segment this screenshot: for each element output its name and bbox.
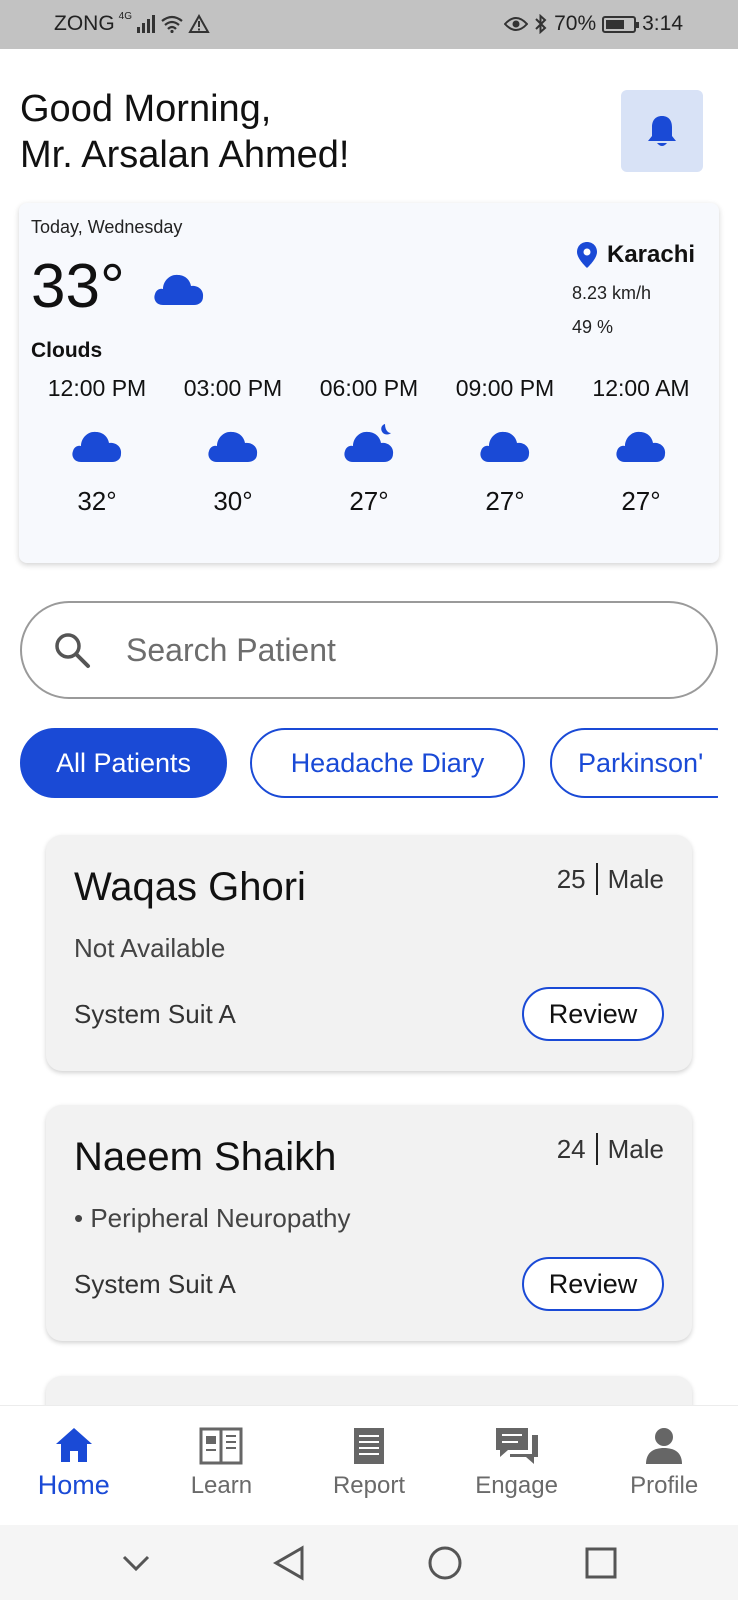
forecast-temp: 32°	[77, 486, 117, 516]
patient-condition: Not Available	[74, 933, 226, 963]
forecast-item: 06:00 PM 27°	[301, 375, 437, 517]
weather-temperature: 33°	[31, 252, 125, 321]
patient-name: Waqas Ghori	[74, 865, 306, 909]
battery-level	[606, 19, 625, 29]
back-icon[interactable]	[272, 1544, 306, 1581]
weather-condition: Clouds	[31, 339, 103, 362]
patient-suite: System Suit A	[74, 999, 236, 1029]
greeting-line-2: Mr. Arsalan Ahmed!	[20, 134, 350, 176]
forecast-time: 12:00 AM	[592, 375, 690, 401]
patient-age: 25	[556, 863, 586, 894]
patient-meta: 24 Male	[557, 1133, 664, 1165]
forecast-temp: 30°	[213, 486, 253, 516]
eye-icon	[504, 17, 529, 31]
forecast-time: 06:00 PM	[319, 375, 419, 401]
cloud-icon	[208, 431, 258, 462]
bell-icon	[648, 116, 676, 146]
search-input[interactable]	[126, 631, 686, 669]
nav-label: Home	[37, 1470, 110, 1500]
status-bar: ZONG 4G 70% 3:14	[0, 0, 738, 49]
hourly-forecast: 12:00 PM 32° 03:00 PM 30° 06:00 PM 27° 0…	[29, 375, 709, 517]
forecast-time: 03:00 PM	[183, 375, 283, 401]
signal-icon	[137, 15, 156, 33]
divider	[595, 863, 598, 895]
forecast-item: 12:00 AM 27°	[573, 375, 709, 517]
forecast-temp: 27°	[349, 486, 389, 516]
chat-icon	[495, 1428, 538, 1464]
nav-label: Engage	[475, 1472, 558, 1499]
wifi-icon	[161, 15, 183, 33]
weather-humidity: 49 %	[572, 317, 614, 337]
patient-gender: Male	[607, 1133, 664, 1164]
chip-all-patients[interactable]: All Patients	[20, 728, 227, 798]
patient-name: Naeem Shaikh	[74, 1135, 337, 1179]
profile-icon	[646, 1428, 683, 1464]
home-circle-icon[interactable]	[427, 1545, 463, 1581]
patient-card[interactable]: Naeem Shaikh 24 Male • Peripheral Neurop…	[46, 1105, 692, 1341]
nav-label: Learn	[190, 1472, 253, 1499]
cloud-icon	[616, 431, 666, 462]
chip-parkinsons[interactable]: Parkinson'	[550, 728, 718, 798]
chevron-down-icon[interactable]	[121, 1554, 151, 1572]
forecast-item: 09:00 PM 27°	[437, 375, 573, 517]
weather-city: Karachi	[607, 241, 696, 268]
status-right: 70% 3:14	[504, 12, 683, 36]
search-bar[interactable]	[20, 601, 718, 699]
forecast-temp: 27°	[485, 486, 525, 516]
battery-percent: 70%	[554, 12, 597, 35]
home-icon	[55, 1428, 92, 1462]
greeting-line-1: Good Morning,	[20, 88, 272, 130]
clock: 3:14	[642, 12, 683, 35]
book-icon	[199, 1427, 243, 1465]
chip-headache-diary[interactable]: Headache Diary	[250, 728, 525, 798]
report-icon	[353, 1428, 384, 1464]
nav-engage[interactable]: Engage	[447, 1406, 587, 1525]
filter-chips: All Patients Headache Diary Parkinson'	[20, 728, 718, 798]
patient-meta: 25 Male	[557, 863, 664, 895]
patient-gender: Male	[607, 863, 664, 894]
cloud-icon	[480, 431, 530, 462]
forecast-item: 03:00 PM 30°	[165, 375, 301, 517]
notifications-button[interactable]	[621, 90, 703, 172]
nav-label: Profile	[630, 1472, 699, 1499]
nav-label: Report	[332, 1472, 405, 1499]
divider	[595, 1133, 598, 1165]
greeting: Good Morning, Mr. Arsalan Ahmed!	[20, 86, 350, 178]
nav-learn[interactable]: Learn	[151, 1406, 291, 1525]
search-icon	[55, 633, 90, 668]
review-button[interactable]: Review	[522, 987, 664, 1041]
patient-age: 24	[556, 1133, 586, 1164]
cloud-icon	[72, 431, 122, 462]
recents-icon[interactable]	[584, 1546, 618, 1580]
status-left: ZONG 4G	[54, 10, 210, 36]
weather-day: Today, Wednesday	[31, 217, 183, 237]
cloud-icon	[154, 274, 204, 305]
system-navigation	[0, 1525, 738, 1600]
forecast-time: 12:00 PM	[47, 375, 147, 401]
forecast-time: 09:00 PM	[455, 375, 555, 401]
nav-home[interactable]: Home	[4, 1406, 144, 1525]
patient-condition: • Peripheral Neuropathy	[74, 1203, 351, 1233]
nav-profile[interactable]: Profile	[594, 1406, 734, 1525]
carrier-name: ZONG	[54, 12, 115, 35]
network-type: 4G	[118, 10, 133, 22]
bluetooth-icon	[535, 14, 547, 34]
warning-icon	[188, 14, 210, 33]
patient-card[interactable]: Waqas Ghori 25 Male Not Available System…	[46, 835, 692, 1071]
location-pin-icon	[577, 242, 597, 268]
forecast-item: 12:00 PM 32°	[29, 375, 165, 517]
cloud-night-icon	[344, 424, 394, 462]
battery-icon	[602, 15, 640, 33]
review-button[interactable]: Review	[522, 1257, 664, 1311]
forecast-temp: 27°	[621, 486, 661, 516]
nav-report[interactable]: Report	[299, 1406, 439, 1525]
weather-card: Today, Wednesday 33° Clouds Karachi 8.23…	[19, 203, 719, 563]
bottom-navigation: Home Learn Report Engage Profile	[0, 1405, 738, 1525]
patient-suite: System Suit A	[74, 1269, 236, 1299]
weather-wind: 8.23 km/h	[572, 283, 652, 303]
weather-location: Karachi	[577, 241, 695, 269]
